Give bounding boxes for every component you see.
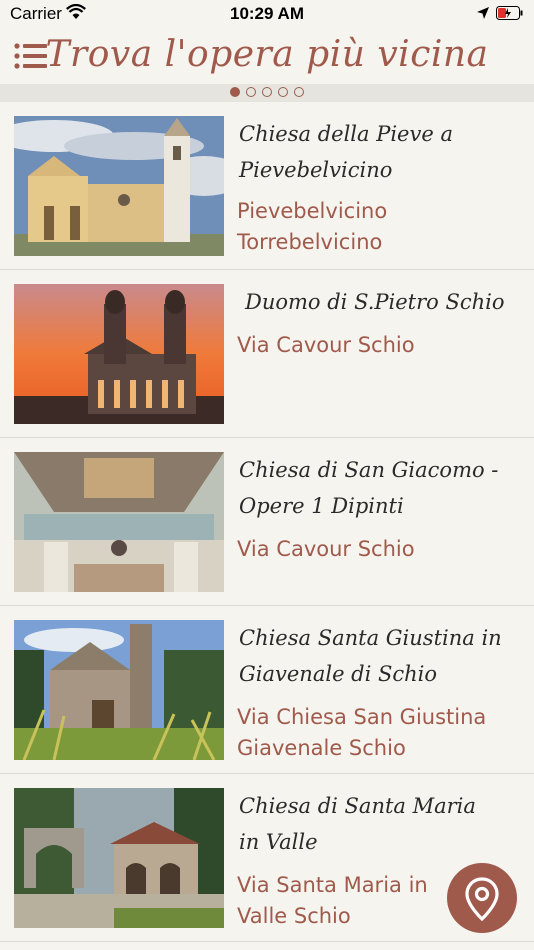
page-indicator <box>0 84 534 102</box>
list-item[interactable]: Chiesa della Pieve a Pievebelvicino Piev… <box>0 102 534 270</box>
status-bar: Carrier 10:29 AM <box>0 0 534 28</box>
church-address: Via Santa Maria in Valle Schio <box>237 873 428 928</box>
page-title: Trova l'opera più vicina <box>45 34 489 75</box>
church-photo <box>14 452 224 592</box>
battery-icon <box>496 6 524 25</box>
list-item[interactable]: Chiesa di San Giacomo - Opere 1 Dipinti … <box>0 438 534 606</box>
map-location-button[interactable] <box>447 863 517 933</box>
page-dot[interactable] <box>246 87 256 97</box>
list-item[interactable]: Chiesa Santa Giustina in Giavenale di Sc… <box>0 606 534 774</box>
page-dot[interactable] <box>278 87 288 97</box>
church-name: Chiesa di Santa Maria in Valle <box>239 794 476 854</box>
church-name: Duomo di S.Pietro Schio <box>245 290 505 314</box>
church-address: Via Cavour Schio <box>237 333 415 357</box>
clock: 10:29 AM <box>229 4 304 23</box>
app-header: Trova l'opera più vicina <box>0 28 534 85</box>
church-address: Via Cavour Schio <box>237 537 415 561</box>
church-name: Chiesa di San Giacomo - Opere 1 Dipinti <box>239 458 499 518</box>
church-address: Pievebelvicino Torrebelvicino <box>237 199 388 254</box>
church-address: Via Chiesa San Giustina Giavenale Schio <box>237 705 487 760</box>
list-item[interactable]: Duomo di S.Pietro Schio Via Cavour Schio <box>0 270 534 438</box>
church-photo <box>14 116 224 256</box>
page-dot[interactable] <box>294 87 304 97</box>
page-dot[interactable] <box>262 87 272 97</box>
church-photo <box>14 284 224 424</box>
church-name: Chiesa Santa Giustina in Giavenale di Sc… <box>239 626 502 686</box>
page-dot[interactable] <box>230 87 240 97</box>
church-name: Chiesa della Pieve a Pievebelvicino <box>239 122 453 182</box>
church-photo <box>14 620 224 760</box>
church-list: Chiesa della Pieve a Pievebelvicino Piev… <box>0 102 534 950</box>
location-arrow-icon <box>476 6 490 25</box>
church-photo <box>14 788 224 928</box>
